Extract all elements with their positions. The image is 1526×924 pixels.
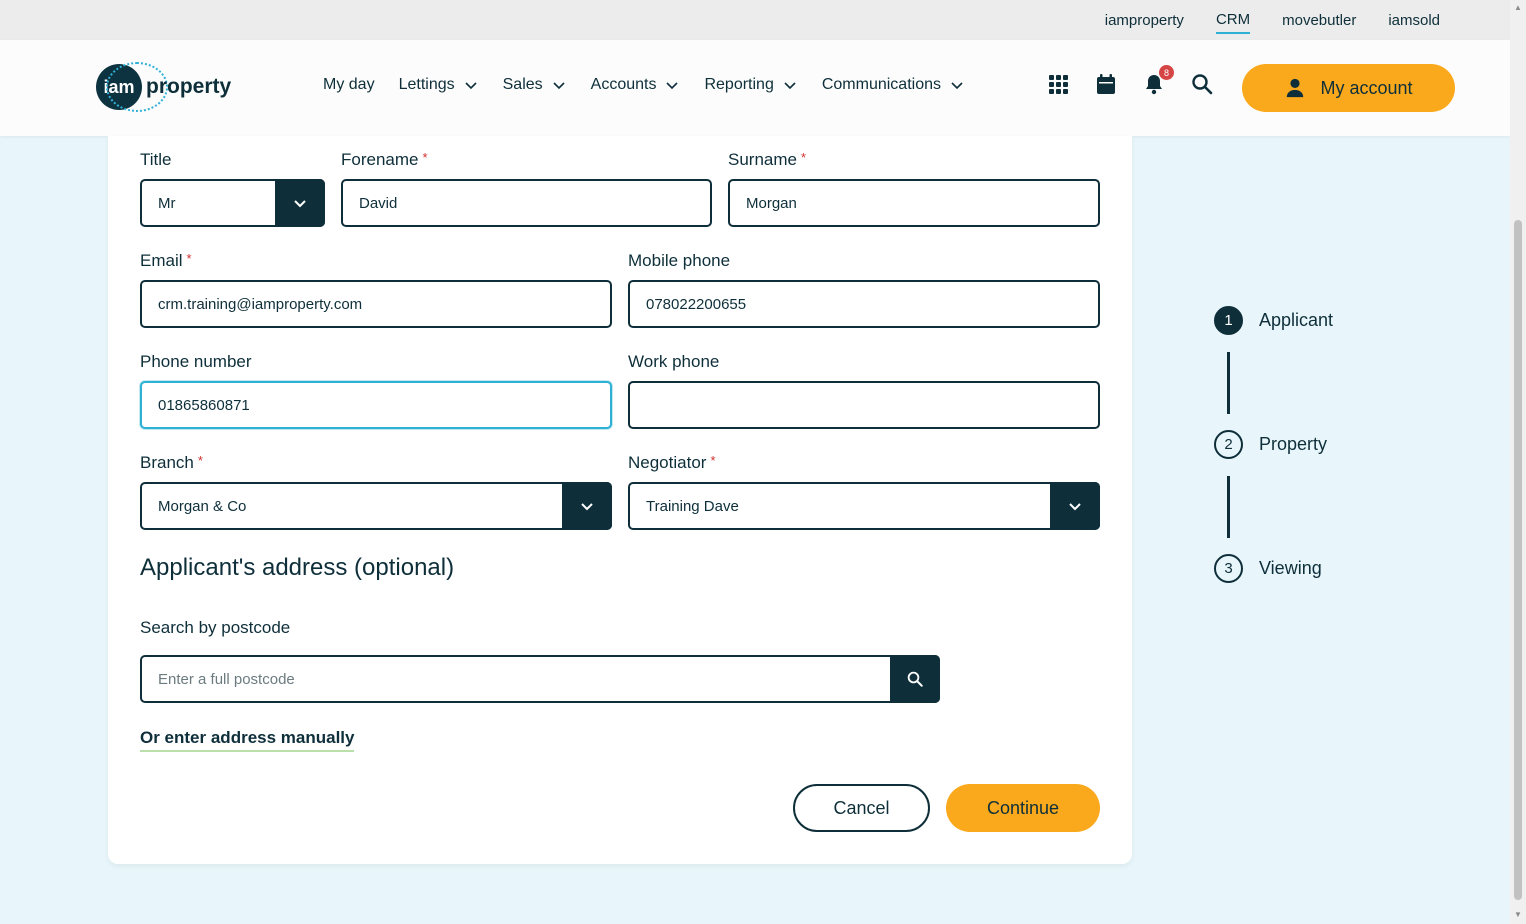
enter-address-manually-link[interactable]: Or enter address manually [140,728,355,752]
mobile-phone-label: Mobile phone [628,251,731,270]
chevron-down-icon [1069,503,1081,511]
title-select[interactable]: Mr [140,179,325,227]
chevron-down-icon [294,200,306,208]
logo[interactable]: iam property [96,62,232,112]
step-label: Property [1259,434,1328,454]
surname-input[interactable] [746,194,1098,212]
chevron-down-icon [784,82,796,90]
nav-label: Lettings [398,76,455,93]
negotiator-value: Training Dave [646,497,739,515]
step-label: Viewing [1259,558,1322,578]
chevron-down-icon [553,82,565,90]
user-icon [1287,78,1304,98]
forename-input[interactable] [359,194,710,212]
email-field[interactable] [140,280,612,328]
topbar-link-crm[interactable]: CRM [1215,7,1251,34]
postcode-label: Search by postcode [140,618,291,637]
chevron-down-icon [951,82,963,90]
nav-reporting[interactable]: Reporting [704,76,797,94]
email-input[interactable] [158,295,610,313]
email-label: Email * [140,251,192,270]
page-scrollbar[interactable]: ▲ ▼ [1510,0,1526,924]
nav-label: Reporting [704,76,774,93]
step-viewing: 3 Viewing [1214,554,1322,583]
main-header: iam property My day Lettings Sales Accou… [0,40,1510,136]
step-number: 3 [1214,554,1243,583]
step-connector [1227,476,1230,538]
step-number: 2 [1214,430,1243,459]
chevron-down-icon [465,82,477,90]
bell-icon[interactable]: 8 [1142,65,1174,96]
search-icon[interactable] [1190,72,1214,96]
scrollbar-thumb[interactable] [1514,220,1522,900]
negotiator-dropdown-button[interactable] [1050,482,1100,530]
main-nav: My day Lettings Sales Accounts Reporting… [323,76,965,94]
step-label: Applicant [1259,310,1334,330]
topbar-link-iamproperty[interactable]: iamproperty [1105,8,1184,33]
search-icon [907,671,923,687]
nav-lettings[interactable]: Lettings [399,76,479,94]
nav-sales[interactable]: Sales [503,76,567,94]
topbar-link-movebutler[interactable]: movebutler [1282,8,1356,33]
cancel-button[interactable]: Cancel [793,784,930,832]
scroll-down-icon[interactable]: ▼ [1513,910,1523,920]
forename-field[interactable] [341,179,712,227]
mobile-phone-input[interactable] [646,295,1098,313]
applicant-form-card: Title Mr Forename* Surname* Email* Mobil… [108,136,1132,864]
phone-number-field[interactable] [140,381,612,429]
branch-dropdown-button[interactable] [562,482,612,530]
title-dropdown-button[interactable] [275,179,325,227]
my-account-button[interactable]: My account [1242,64,1455,112]
mobile-phone-field[interactable] [628,280,1100,328]
branch-value: Morgan & Co [158,497,247,515]
branch-select[interactable]: Morgan & Co [140,482,612,530]
chevron-down-icon [581,503,593,511]
postcode-input[interactable] [158,670,938,688]
nav-my-day[interactable]: My day [323,76,375,94]
chevron-down-icon [666,82,679,90]
nav-label: Sales [502,76,543,93]
top-bar: iamproperty CRM movebutler iamsold [0,0,1510,40]
phone-number-input[interactable] [158,396,610,414]
surname-field[interactable] [728,179,1100,227]
branch-label: Branch * [140,453,203,472]
nav-label: Communications [821,76,941,93]
postcode-field[interactable] [140,655,940,703]
surname-label: Surname * [728,150,807,169]
nav-communications[interactable]: Communications [822,76,965,94]
phone-number-label: Phone number [140,352,252,371]
logo-wordmark: property [146,75,232,98]
apps-grid-icon[interactable] [1046,72,1070,96]
logo-mark: iam [96,64,142,110]
address-section-title: Applicant's address (optional) [140,554,455,581]
postcode-search-button[interactable] [890,655,940,703]
scroll-up-icon[interactable]: ▲ [1513,3,1523,13]
negotiator-select[interactable]: Training Dave [628,482,1100,530]
step-connector [1227,352,1230,414]
negotiator-label: Negotiator * [628,453,716,472]
work-phone-input[interactable] [646,396,1098,414]
continue-button[interactable]: Continue [946,784,1100,832]
step-number: 1 [1214,306,1243,335]
forename-label: Forename * [341,150,428,169]
calendar-icon[interactable] [1094,72,1118,96]
nav-label: Accounts [590,76,657,93]
title-value: Mr [158,194,176,212]
work-phone-field[interactable] [628,381,1100,429]
my-account-label: My account [1320,77,1413,98]
step-applicant: 1 Applicant [1214,306,1333,335]
header-icons: 8 [1046,65,1214,96]
topbar-link-iamsold[interactable]: iamsold [1388,8,1440,33]
notification-badge: 8 [1159,65,1174,80]
nav-label: My day [323,76,375,93]
step-property: 2 Property [1214,430,1327,459]
nav-accounts[interactable]: Accounts [591,76,681,94]
work-phone-label: Work phone [628,352,720,371]
title-label: Title [140,150,172,169]
